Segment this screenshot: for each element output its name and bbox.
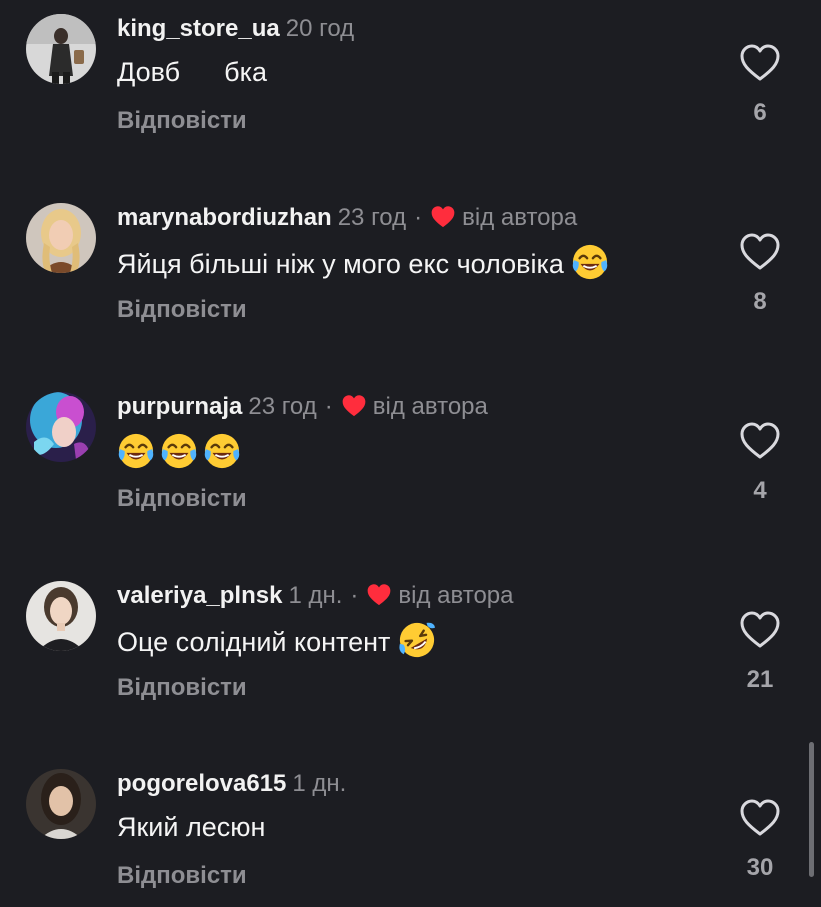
avatar[interactable]: [26, 14, 96, 84]
like-button[interactable]: [740, 44, 780, 82]
comment-text-content: Який лесюн: [117, 812, 266, 842]
like-count: 8: [753, 288, 767, 315]
reply-button[interactable]: Відповісти: [117, 673, 247, 703]
like-button[interactable]: [740, 422, 780, 460]
timestamp: 23 год: [248, 393, 317, 420]
comment-text: Довб бка: [117, 54, 267, 90]
username[interactable]: pogorelova615: [117, 770, 286, 797]
separator: ·: [324, 393, 333, 420]
heart-icon: [740, 799, 780, 837]
comment-meta: pogorelova615 1 дн.: [117, 769, 346, 799]
separator: ·: [350, 582, 359, 609]
avatar[interactable]: [26, 581, 96, 651]
reply-button[interactable]: Відповісти: [117, 106, 247, 136]
timestamp: 1 дн.: [288, 582, 343, 609]
comment-item: purpurnaja 23 год · від автора Відповісти 4: [0, 380, 821, 530]
comment-meta: valeriya_plnsk 1 дн. · від автора: [117, 581, 514, 611]
comment-text: [117, 432, 246, 471]
liked-by-author-heart-icon: [430, 205, 456, 229]
reply-button[interactable]: Відповісти: [117, 484, 247, 514]
username[interactable]: valeriya_plnsk: [117, 582, 282, 609]
comment-meta: purpurnaja 23 год · від автора: [117, 392, 488, 422]
comment-text-part: бка: [224, 57, 268, 87]
comment-text-content: Оце солідний контент: [117, 627, 391, 657]
like-button[interactable]: [740, 233, 780, 271]
comment-text-part: Довб: [117, 57, 181, 87]
comment-text: Яйця більші ніж у мого екс чоловіка: [117, 243, 614, 282]
comment-item: marynabordiuzhan 23 год · від автора Яйця б…: [0, 191, 821, 341]
heart-icon: [740, 611, 780, 649]
rolling-on-floor-laughing-icon: [398, 621, 436, 659]
heart-icon: [740, 44, 780, 82]
avatar[interactable]: [26, 392, 96, 462]
scrollbar[interactable]: [809, 742, 814, 877]
liked-by-author-label: від автора: [372, 393, 488, 420]
comment-text: Який лесюн: [117, 809, 265, 845]
comment-item: pogorelova615 1 дн. Який лесюн Відповісти…: [0, 757, 821, 907]
face-with-tears-of-joy-icon: [117, 432, 155, 470]
timestamp: 20 год: [285, 15, 355, 42]
liked-by-author-label: від автора: [462, 204, 578, 231]
face-with-tears-of-joy-icon: [203, 432, 241, 470]
comment-item: valeriya_plnsk 1 дн. · від автора Оце солід…: [0, 569, 821, 719]
like-button[interactable]: [740, 611, 780, 649]
like-button[interactable]: [740, 799, 780, 837]
like-count: 21: [746, 666, 774, 693]
face-with-tears-of-joy-icon: [571, 243, 609, 281]
separator: ·: [414, 204, 423, 231]
username[interactable]: purpurnaja: [117, 393, 242, 420]
liked-by-author-label: від автора: [398, 582, 514, 609]
avatar[interactable]: [26, 769, 96, 839]
like-count: 4: [753, 477, 767, 504]
timestamp: 1 дн.: [292, 770, 347, 797]
like-count: 6: [753, 99, 767, 126]
comment-item: king_store_ua 20 год Довб бка Відповісти 6: [0, 2, 821, 152]
liked-by-author-heart-icon: [341, 394, 367, 418]
comment-meta: king_store_ua 20 год: [117, 14, 354, 44]
like-count: 30: [746, 854, 774, 881]
comment-text-content: Яйця більші ніж у мого екс чоловіка: [117, 249, 564, 279]
comment-text: Оце солідний контент: [117, 621, 441, 660]
heart-icon: [740, 233, 780, 271]
username[interactable]: king_store_ua: [117, 15, 280, 42]
username[interactable]: marynabordiuzhan: [117, 204, 332, 231]
timestamp: 23 год: [337, 204, 407, 231]
reply-button[interactable]: Відповісти: [117, 861, 247, 891]
face-with-tears-of-joy-icon: [160, 432, 198, 470]
liked-by-author-heart-icon: [366, 583, 392, 607]
heart-icon: [740, 422, 780, 460]
avatar[interactable]: [26, 203, 96, 273]
comment-meta: marynabordiuzhan 23 год · від автора: [117, 203, 577, 233]
reply-button[interactable]: Відповісти: [117, 295, 247, 325]
